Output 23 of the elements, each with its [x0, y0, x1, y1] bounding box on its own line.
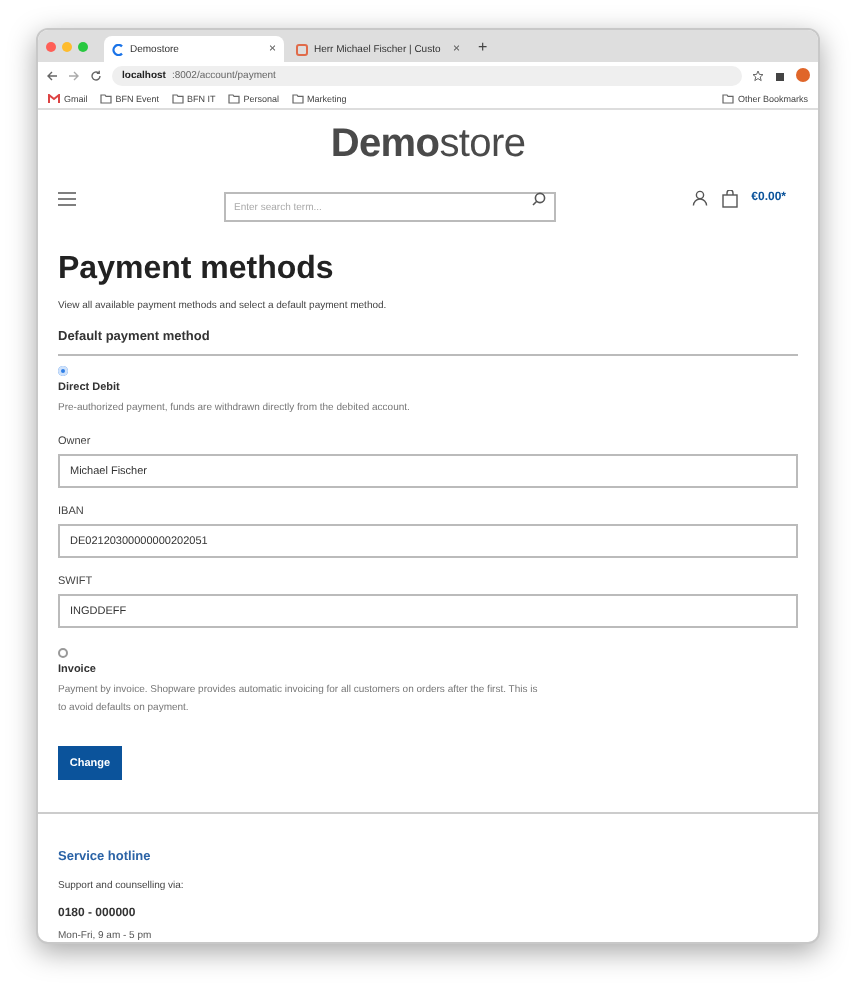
- radio-button[interactable]: [58, 366, 68, 376]
- folder-icon: [171, 93, 184, 103]
- back-icon[interactable]: [46, 69, 58, 81]
- new-tab-button[interactable]: +: [478, 37, 488, 55]
- account-icon[interactable]: [691, 190, 708, 206]
- shopping-bag-icon[interactable]: [721, 189, 738, 207]
- mail-icon: [48, 93, 60, 103]
- folder-icon: [227, 93, 240, 103]
- folder-icon: [721, 93, 734, 103]
- profile-avatar[interactable]: [796, 68, 810, 82]
- star-icon[interactable]: [752, 69, 764, 81]
- search-icon[interactable]: [532, 191, 546, 205]
- folder-icon: [99, 93, 112, 103]
- page-title: Payment methods: [58, 252, 336, 288]
- radio-button[interactable]: [58, 648, 68, 658]
- close-window-button[interactable]: [46, 41, 56, 51]
- store-logo[interactable]: Demostore: [58, 122, 798, 168]
- site-favicon-icon: [296, 43, 308, 55]
- site-favicon-icon: [112, 43, 124, 55]
- forward-icon[interactable]: [68, 69, 80, 81]
- menu-icon[interactable]: [58, 191, 76, 205]
- reload-icon[interactable]: [90, 69, 102, 81]
- folder-icon: [291, 93, 304, 103]
